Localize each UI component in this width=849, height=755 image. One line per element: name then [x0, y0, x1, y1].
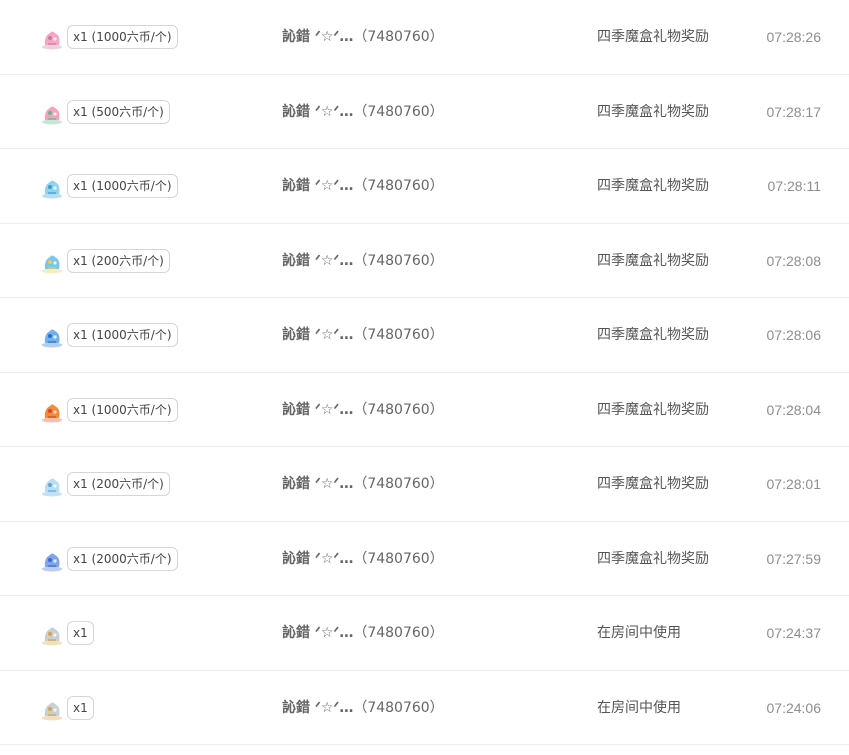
- user-id: （7480760）: [353, 29, 444, 45]
- user-name[interactable]: 訫錯 ᐟ☆ᐟ…: [282, 625, 353, 641]
- record-time: 07:28:17: [766, 103, 822, 120]
- record-reason: 四季魔盒礼物奖励: [597, 178, 709, 194]
- quantity-badge: x1 (1000六币/个): [67, 397, 178, 422]
- pink-bunny-gift-icon: [40, 28, 64, 50]
- record-row: x1 (500六币/个) 訫錯 ᐟ☆ᐟ…（7480760） 四季魔盒礼物奖励 0…: [0, 75, 849, 149]
- user-id: （7480760）: [353, 252, 444, 269]
- record-time: 07:28:11: [767, 178, 821, 194]
- user-info[interactable]: 訫錯 ᐟ☆ᐟ…（7480760）: [282, 102, 444, 122]
- record-reason: 四季魔盒礼物奖励: [597, 401, 709, 418]
- fox-gift-icon: [40, 401, 64, 423]
- user-id: （7480760）: [353, 327, 444, 343]
- quantity-badge: x1 (500六币/个): [67, 99, 170, 124]
- record-row: x1 (200六币/个) 訫錯 ᐟ☆ᐟ…（7480760） 四季魔盒礼物奖励 0…: [0, 447, 849, 522]
- record-time: 07:28:01: [766, 476, 822, 492]
- quantity-badge: x1 (2000六币/个): [67, 546, 178, 571]
- snow-figure-gift-icon: [40, 475, 64, 497]
- user-name[interactable]: 訫錯 ᐟ☆ᐟ…: [282, 402, 353, 418]
- user-info[interactable]: 訫錯 ᐟ☆ᐟ…（7480760）: [282, 623, 444, 643]
- user-name[interactable]: 訫錯 ᐟ☆ᐟ…: [282, 476, 353, 492]
- user-id: （7480760）: [353, 625, 444, 641]
- ice-castle-gift-icon: [40, 326, 64, 348]
- record-time: 07:28:04: [766, 401, 822, 418]
- user-info[interactable]: 訫錯 ᐟ☆ᐟ…（7480760）: [282, 27, 444, 47]
- record-time: 07:24:06: [766, 699, 822, 716]
- record-row: x1 (1000六币/个) 訫錯 ᐟ☆ᐟ…（7480760） 四季魔盒礼物奖励 …: [0, 149, 849, 224]
- record-time: 07:28:26: [766, 29, 822, 45]
- record-time: 07:28:08: [766, 252, 822, 269]
- record-time: 07:24:37: [766, 625, 822, 641]
- record-reason: 四季魔盒礼物奖励: [597, 29, 709, 45]
- user-id: （7480760）: [353, 103, 444, 120]
- quantity-badge: x1 (1000六币/个): [67, 174, 178, 198]
- record-row: x1 (1000六币/个) 訫錯 ᐟ☆ᐟ…（7480760） 四季魔盒礼物奖励 …: [0, 298, 849, 373]
- quantity-badge: x1 (200六币/个): [67, 472, 170, 496]
- user-id: （7480760）: [353, 178, 444, 194]
- quantity-badge: x1: [67, 621, 94, 645]
- record-reason: 四季魔盒礼物奖励: [597, 103, 709, 120]
- quantity-badge: x1 (1000六币/个): [67, 25, 178, 49]
- ice-swirl-gift-icon: [40, 177, 64, 199]
- user-info[interactable]: 訫錯 ᐟ☆ᐟ…（7480760）: [282, 474, 444, 494]
- user-id: （7480760）: [353, 401, 444, 418]
- user-name[interactable]: 訫錯 ᐟ☆ᐟ…: [282, 253, 353, 269]
- user-name[interactable]: 訫錯 ᐟ☆ᐟ…: [282, 178, 353, 194]
- record-row: x1 訫錯 ᐟ☆ᐟ…（7480760） 在房间中使用 07:24:37: [0, 596, 849, 671]
- record-reason: 四季魔盒礼物奖励: [597, 550, 709, 567]
- crown-gift-icon: [40, 699, 64, 721]
- quantity-badge: x1 (1000六币/个): [67, 323, 178, 347]
- user-id: （7480760）: [353, 476, 444, 492]
- user-info[interactable]: 訫錯 ᐟ☆ᐟ…（7480760）: [282, 176, 444, 196]
- user-info[interactable]: 訫錯 ᐟ☆ᐟ…（7480760）: [282, 251, 444, 271]
- record-time: 07:27:59: [766, 550, 822, 567]
- lotus-gift-icon: [40, 103, 64, 125]
- record-reason: 四季魔盒礼物奖励: [597, 327, 709, 343]
- record-reason: 在房间中使用: [597, 699, 681, 716]
- record-row: x1 (2000六币/个) 訫錯 ᐟ☆ᐟ…（7480760） 四季魔盒礼物奖励 …: [0, 522, 849, 596]
- record-row: x1 (200六币/个) 訫錯 ᐟ☆ᐟ…（7480760） 四季魔盒礼物奖励 0…: [0, 224, 849, 298]
- record-row: x1 (1000六币/个) 訫錯 ᐟ☆ᐟ…（7480760） 四季魔盒礼物奖励 …: [0, 373, 849, 447]
- user-info[interactable]: 訫錯 ᐟ☆ᐟ…（7480760）: [282, 698, 444, 718]
- quantity-badge: x1: [67, 695, 94, 720]
- user-id: （7480760）: [353, 550, 444, 567]
- user-name[interactable]: 訫錯 ᐟ☆ᐟ…: [282, 104, 353, 120]
- crown-gift-icon: [40, 624, 64, 646]
- record-row: x1 訫錯 ᐟ☆ᐟ…（7480760） 在房间中使用 07:24:06: [0, 671, 849, 745]
- user-info[interactable]: 訫錯 ᐟ☆ᐟ…（7480760）: [282, 400, 444, 420]
- record-row: x1 (1000六币/个) 訫錯 ᐟ☆ᐟ…（7480760） 四季魔盒礼物奖励 …: [0, 0, 849, 75]
- record-reason: 四季魔盒礼物奖励: [597, 476, 709, 492]
- user-id: （7480760）: [353, 699, 444, 716]
- record-reason: 在房间中使用: [597, 625, 681, 641]
- flower-garland-gift-icon: [40, 252, 64, 274]
- user-name[interactable]: 訫錯 ᐟ☆ᐟ…: [282, 29, 353, 45]
- blue-fairy-gift-icon: [40, 550, 64, 572]
- user-info[interactable]: 訫錯 ᐟ☆ᐟ…（7480760）: [282, 549, 444, 569]
- record-time: 07:28:06: [766, 327, 822, 343]
- record-reason: 四季魔盒礼物奖励: [597, 252, 709, 269]
- quantity-badge: x1 (200六币/个): [67, 248, 170, 273]
- user-name[interactable]: 訫錯 ᐟ☆ᐟ…: [282, 551, 353, 567]
- gift-record-list: x1 (1000六币/个) 訫錯 ᐟ☆ᐟ…（7480760） 四季魔盒礼物奖励 …: [0, 0, 849, 745]
- user-name[interactable]: 訫錯 ᐟ☆ᐟ…: [282, 700, 353, 716]
- user-info[interactable]: 訫錯 ᐟ☆ᐟ…（7480760）: [282, 325, 444, 345]
- user-name[interactable]: 訫錯 ᐟ☆ᐟ…: [282, 327, 353, 343]
